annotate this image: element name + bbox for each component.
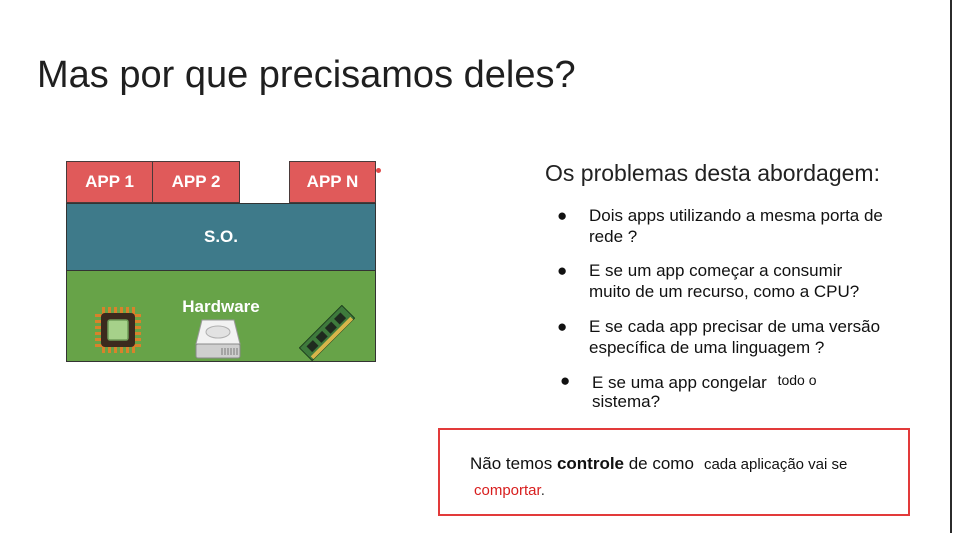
bullet-line: rede ? bbox=[589, 227, 638, 246]
bullet-text: E se uma app congelar bbox=[592, 373, 767, 392]
bullet-line: Dois apps utilizando a mesma porta de bbox=[589, 206, 883, 225]
hard-drive-icon bbox=[195, 319, 241, 359]
hardware-layer: Hardware bbox=[66, 270, 376, 362]
bullet-line: E se uma app congelar todo o bbox=[592, 370, 817, 393]
callout-period: . bbox=[540, 482, 545, 499]
bullet-icon: ● bbox=[557, 317, 568, 336]
app-box-2: APP 2 bbox=[152, 161, 240, 203]
app-box-1: APP 1 bbox=[66, 161, 153, 203]
bullet-line: específica de uma linguagem ? bbox=[589, 338, 825, 357]
callout-box: Não temos controle de como cada aplicação… bbox=[438, 428, 910, 516]
callout-middle: de como bbox=[624, 454, 694, 473]
app-box-n: APP N bbox=[289, 161, 376, 203]
bullet-line: E se um app começar a consumir bbox=[589, 261, 843, 280]
bullet-icon: ● bbox=[557, 206, 568, 225]
callout-small: cada aplicação vai se bbox=[703, 456, 848, 473]
bullet-line: sistema? bbox=[592, 392, 661, 411]
bullet-line: muito de um recurso, como a CPU? bbox=[589, 282, 860, 301]
callout-line-1: Não temos controle de como cada aplicação… bbox=[470, 454, 847, 474]
callout-bold: controle bbox=[556, 454, 624, 473]
slide-title: Mas por que precisamos deles? bbox=[37, 54, 576, 96]
bullet-icon: ● bbox=[560, 371, 571, 390]
red-dot-marker bbox=[376, 168, 381, 173]
bullet-line: E se cada app precisar de uma versão bbox=[589, 317, 881, 336]
os-layer: S.O. bbox=[66, 203, 376, 271]
ram-module-icon bbox=[299, 305, 355, 361]
callout-red-word: comportar bbox=[474, 482, 541, 499]
callout-line-2: comportar. bbox=[474, 482, 545, 499]
bullet-text-small: todo o bbox=[777, 372, 817, 388]
problems-heading: Os problemas desta abordagem: bbox=[545, 160, 880, 186]
right-edge-border bbox=[950, 0, 952, 533]
cpu-chip-icon bbox=[95, 307, 141, 353]
bullet-icon: ● bbox=[557, 261, 568, 280]
callout-prefix: Não temos bbox=[470, 454, 557, 473]
